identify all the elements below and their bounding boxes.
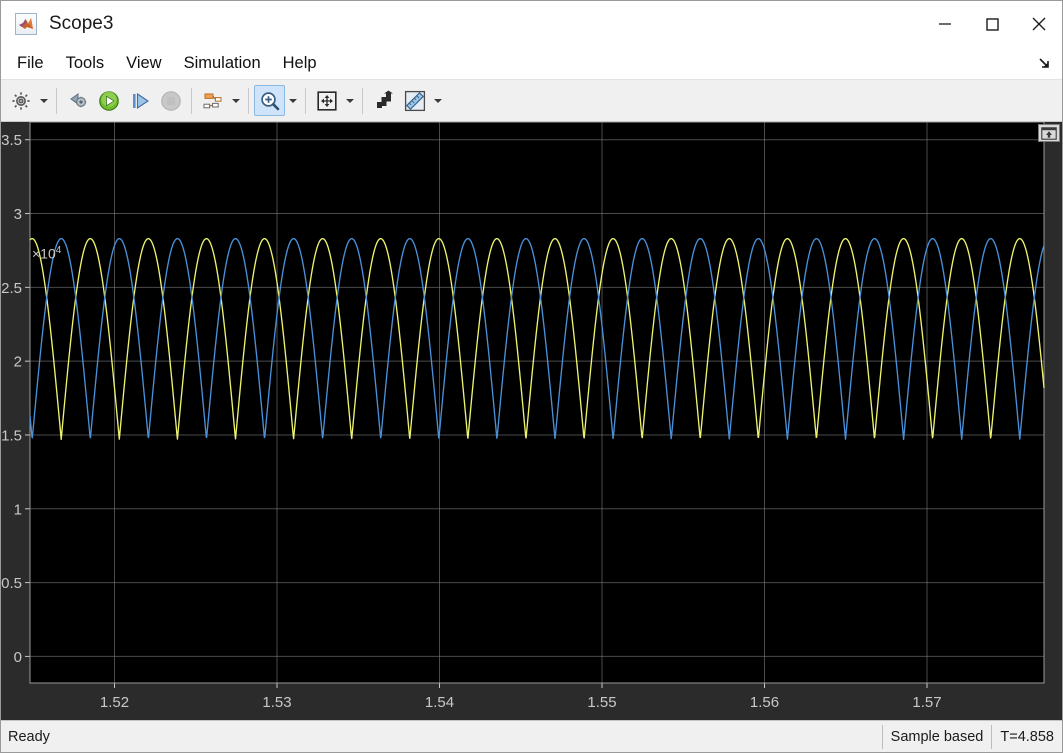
toolbar-separator (248, 88, 249, 114)
x-axis-tick-label: 1.52 (100, 694, 129, 711)
toolbar-separator (305, 88, 306, 114)
step-forward-button[interactable] (124, 85, 155, 116)
simulation-time-indicator: T=4.858 (991, 725, 1062, 749)
autoscale-button[interactable] (311, 85, 342, 116)
chevron-down-icon (40, 99, 48, 103)
zoom-dropdown-arrow[interactable] (285, 85, 300, 116)
scope-plot-area[interactable]: ×104 00.511.522.533.51.521.531.541.551.5… (1, 122, 1062, 720)
autoscale-dropdown-arrow[interactable] (342, 85, 357, 116)
toolbar-separator (362, 88, 363, 114)
signal-selection-button[interactable] (197, 85, 228, 116)
chevron-down-icon (232, 99, 240, 103)
toolbar-group-config (5, 80, 51, 121)
y-axis-tick-label: 3.5 (1, 132, 22, 149)
toolbar (1, 80, 1062, 122)
menu-item-file[interactable]: File (6, 48, 55, 79)
y-axis-exponent-power: 4 (56, 245, 62, 256)
close-button[interactable] (1015, 1, 1062, 47)
matlab-icon (15, 13, 37, 35)
zoom-in-button[interactable] (254, 85, 285, 116)
menu-bar: File Tools View Simulation Help (1, 48, 1062, 80)
menu-item-help[interactable]: Help (272, 48, 328, 79)
menu-item-view[interactable]: View (115, 48, 172, 79)
x-axis-tick-label: 1.56 (750, 694, 779, 711)
stop-button[interactable] (155, 85, 186, 116)
toolbar-group-measure (368, 80, 445, 121)
expand-panel-icon[interactable] (1038, 124, 1060, 142)
toolbar-group-zoom (254, 80, 300, 121)
x-axis-tick-label: 1.53 (262, 694, 291, 711)
chevron-down-icon (346, 99, 354, 103)
y-axis-exponent-label: ×104 (32, 245, 61, 262)
x-axis-tick-label: 1.55 (587, 694, 616, 711)
signal-selection-dropdown-arrow[interactable] (228, 85, 243, 116)
configuration-dropdown-arrow[interactable] (36, 85, 51, 116)
y-axis-tick-label: 2.5 (1, 280, 22, 297)
undock-arrow-icon[interactable] (1036, 55, 1054, 73)
y-axis-tick-label: 1.5 (1, 427, 22, 444)
scope-chart: 00.511.522.533.51.521.531.541.551.561.57 (1, 122, 1062, 720)
toolbar-group-run (62, 80, 186, 121)
chevron-down-icon (289, 99, 297, 103)
scope-window: Scope3 File Tools View Simulation Help (0, 0, 1063, 753)
maximize-button[interactable] (968, 1, 1015, 47)
configuration-properties-button[interactable] (5, 85, 36, 116)
sample-mode-indicator: Sample based (882, 725, 992, 749)
menu-item-simulation[interactable]: Simulation (173, 48, 272, 79)
status-bar: Ready Sample based T=4.858 (1, 720, 1062, 752)
measurements-button[interactable] (399, 85, 430, 116)
y-axis-tick-label: 0.5 (1, 575, 22, 592)
minimize-button[interactable] (921, 1, 968, 47)
y-axis-tick-label: 0 (14, 649, 22, 666)
chevron-down-icon (434, 99, 442, 103)
cursor-measurements-button[interactable] (368, 85, 399, 116)
status-text: Ready (1, 729, 882, 745)
y-axis-tick-label: 1 (14, 501, 22, 518)
toolbar-separator (56, 88, 57, 114)
run-button[interactable] (93, 85, 124, 116)
window-controls (921, 1, 1062, 47)
toolbar-group-signal (197, 80, 243, 121)
x-axis-tick-label: 1.54 (425, 694, 454, 711)
title-bar: Scope3 (1, 1, 1062, 48)
run-back-button[interactable] (62, 85, 93, 116)
menu-item-tools[interactable]: Tools (55, 48, 116, 79)
window-title: Scope3 (49, 13, 113, 35)
measurements-dropdown-arrow[interactable] (430, 85, 445, 116)
x-axis-tick-label: 1.57 (912, 694, 941, 711)
y-axis-tick-label: 3 (14, 206, 22, 223)
y-axis-exponent-base: ×10 (32, 246, 56, 262)
y-axis-tick-label: 2 (14, 354, 22, 371)
toolbar-separator (191, 88, 192, 114)
toolbar-group-autoscale (311, 80, 357, 121)
